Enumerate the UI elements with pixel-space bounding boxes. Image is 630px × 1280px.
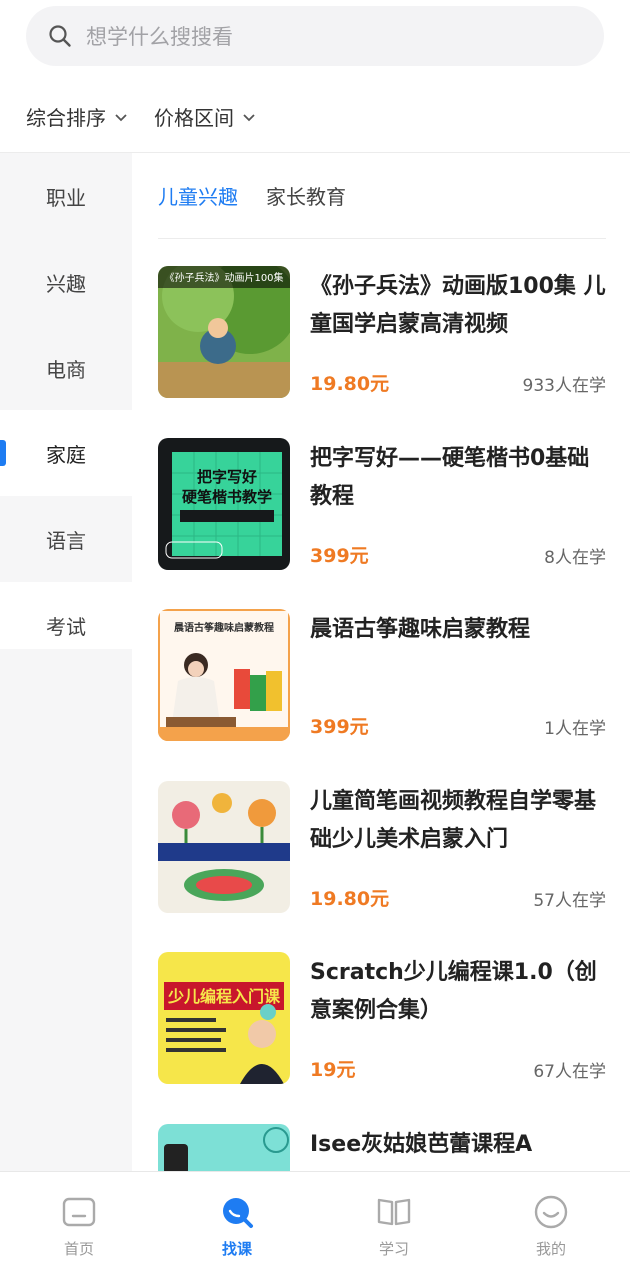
course-item[interactable]: 少儿编程入门课 Scratch少儿编程课1.0（创意案例合集） 19元 67人在…	[158, 952, 606, 1084]
category-item-career[interactable]: 职业	[0, 153, 132, 239]
course-price: 399元	[310, 716, 369, 738]
home-icon	[61, 1194, 97, 1230]
svg-text:把字写好: 把字写好	[197, 468, 257, 486]
course-title: Scratch少儿编程课1.0（创意案例合集）	[310, 960, 597, 1023]
course-thumbnail: 晨语古筝趣味启蒙教程	[158, 609, 290, 741]
course-list-panel: 儿童兴趣 家长教育 《孙子兵法》动画片100集 《孙子兵法》动画版100集 儿童…	[132, 153, 630, 1171]
course-learners: 57人在学	[533, 891, 606, 911]
subtab-parent-education[interactable]: 家长教育	[266, 181, 346, 210]
filter-bar: 综合排序 价格区间	[26, 96, 282, 136]
svg-text:硬笔楷书教学: 硬笔楷书教学	[182, 488, 272, 506]
category-item-family[interactable]: 家庭	[0, 410, 132, 496]
category-item-exam[interactable]: 考试	[0, 582, 132, 668]
price-range-filter-label: 价格区间	[154, 105, 234, 130]
course-thumbnail: 《孙子兵法》动画片100集	[158, 266, 290, 398]
svg-text:少儿编程入门课: 少儿编程入门课	[167, 987, 281, 1006]
course-thumbnail	[158, 1124, 290, 1171]
category-item-ecommerce[interactable]: 电商	[0, 325, 132, 411]
active-category-indicator	[0, 440, 6, 466]
course-item[interactable]: 儿童简笔画视频教程自学零基础少儿美术启蒙入门 19.80元 57人在学	[158, 781, 606, 913]
sort-filter-label: 综合排序	[26, 105, 106, 130]
course-item[interactable]: 把字写好 硬笔楷书教学 把字写好——硬笔楷书0基础教程 399元 8人在学	[158, 438, 606, 570]
tab-home[interactable]: 首页	[0, 1172, 158, 1280]
course-price: 399元	[310, 545, 369, 567]
profile-icon	[533, 1194, 569, 1230]
course-learners: 67人在学	[533, 1062, 606, 1082]
category-sidebar: 职业 兴趣 电商 家庭 语言 考试	[0, 153, 132, 1171]
course-item[interactable]: 《孙子兵法》动画片100集 《孙子兵法》动画版100集 儿童国学启蒙高清视频 1…	[158, 266, 606, 398]
tab-profile[interactable]: 我的	[472, 1172, 630, 1280]
search-bar[interactable]: 想学什么搜搜看	[26, 6, 604, 66]
find-course-icon	[219, 1194, 255, 1230]
course-title: 儿童简笔画视频教程自学零基础少儿美术启蒙入门	[310, 789, 597, 852]
category-item-interest[interactable]: 兴趣	[0, 239, 132, 325]
course-thumbnail: 少儿编程入门课	[158, 952, 290, 1084]
chevron-down-icon	[114, 104, 128, 128]
course-item[interactable]: 晨语古筝趣味启蒙教程 晨语古筝趣味启蒙教程 399元 1人在学	[158, 609, 606, 741]
tab-study[interactable]: 学习	[315, 1172, 473, 1280]
category-item-language[interactable]: 语言	[0, 496, 132, 582]
sort-filter[interactable]: 综合排序	[26, 102, 128, 131]
course-price: 19.80元	[310, 373, 390, 395]
search-icon	[48, 24, 72, 48]
svg-text:《孙子兵法》动画片100集: 《孙子兵法》动画片100集	[164, 271, 283, 284]
course-price: 19元	[310, 1059, 356, 1081]
svg-text:晨语古筝趣味启蒙教程: 晨语古筝趣味启蒙教程	[174, 621, 274, 634]
bottom-tab-bar: 首页 找课 学习 我的	[0, 1171, 630, 1280]
course-item[interactable]: Isee灰姑娘芭蕾课程A	[158, 1124, 606, 1171]
course-price: 19.80元	[310, 888, 390, 910]
course-title: 晨语古筝趣味启蒙教程	[310, 617, 531, 642]
subtab-bar: 儿童兴趣 家长教育	[158, 181, 374, 210]
price-range-filter[interactable]: 价格区间	[154, 102, 256, 131]
tab-find-course[interactable]: 找课	[158, 1172, 316, 1280]
course-thumbnail	[158, 781, 290, 913]
chevron-down-icon	[242, 104, 256, 128]
subtab-kids-interest[interactable]: 儿童兴趣	[158, 181, 238, 210]
course-thumbnail: 把字写好 硬笔楷书教学	[158, 438, 290, 570]
course-title: Isee灰姑娘芭蕾课程A	[310, 1132, 533, 1157]
course-title: 《孙子兵法》动画版100集 儿童国学启蒙高清视频	[310, 274, 606, 337]
course-title: 把字写好——硬笔楷书0基础教程	[310, 446, 590, 509]
course-learners: 933人在学	[522, 376, 606, 396]
search-input[interactable]: 想学什么搜搜看	[86, 21, 233, 51]
book-icon	[376, 1194, 412, 1230]
divider	[158, 238, 606, 239]
course-learners: 1人在学	[544, 719, 606, 739]
course-learners: 8人在学	[544, 548, 606, 568]
